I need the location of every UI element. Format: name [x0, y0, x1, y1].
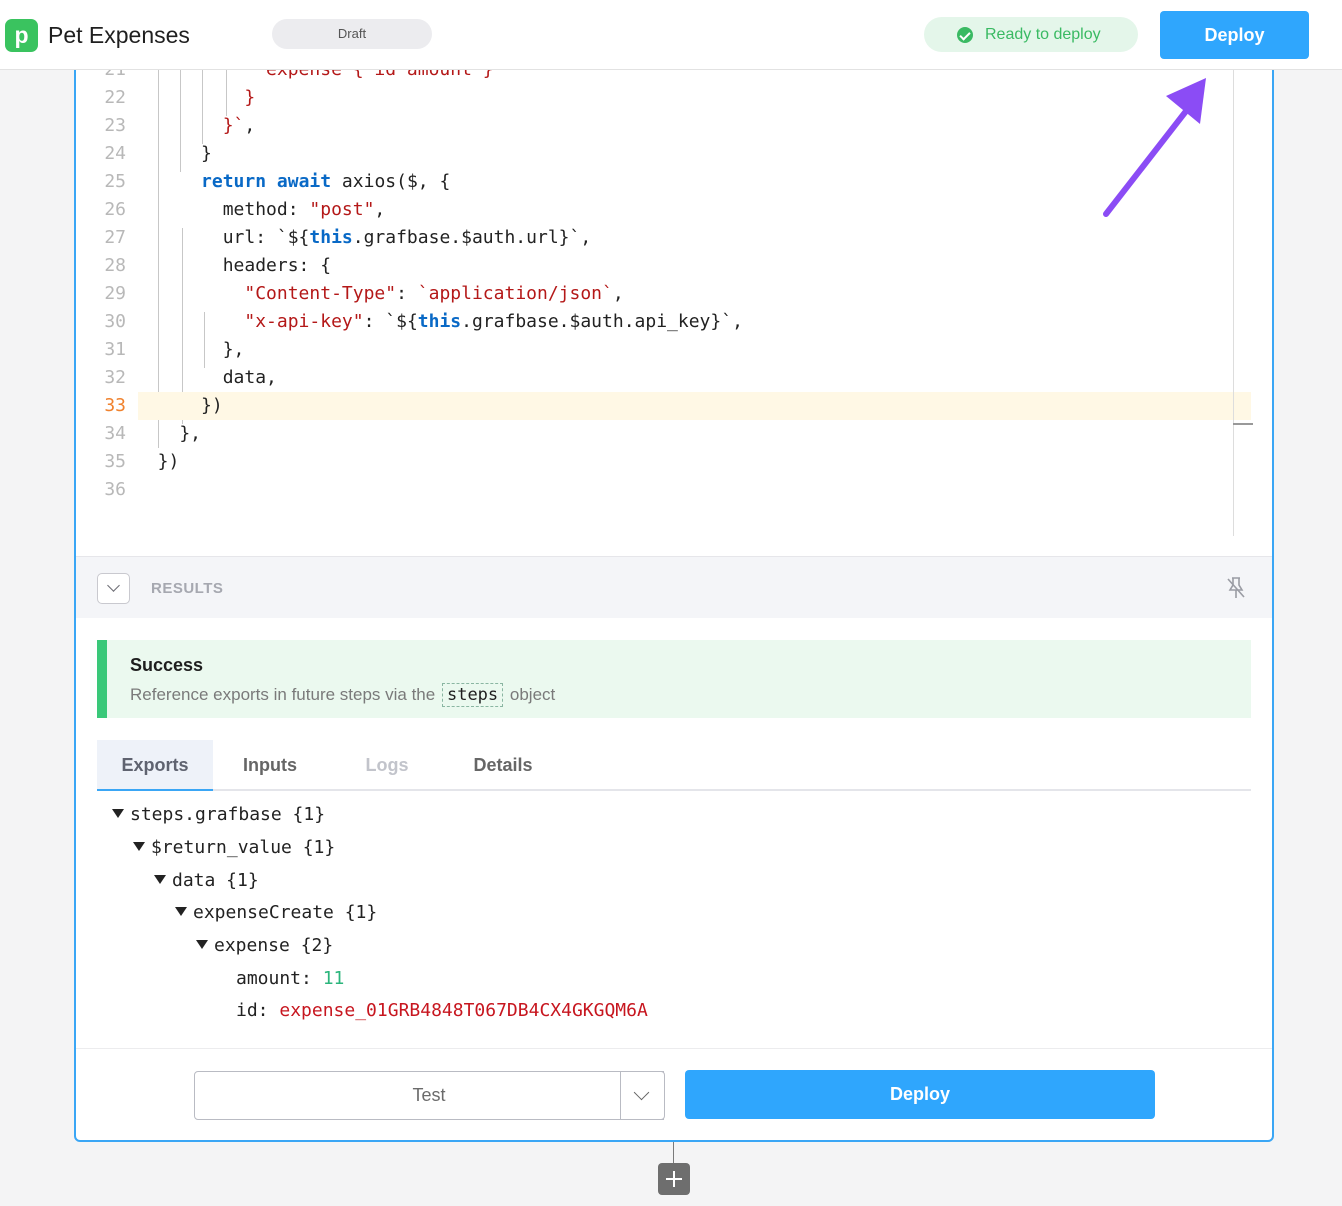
code-line[interactable]: 27 url: `${this.grafbase.$auth.url}`, [76, 224, 1272, 252]
tree-node-expense-create[interactable]: expenseCreate {1} [175, 900, 377, 926]
test-button[interactable]: Test [194, 1071, 664, 1120]
top-header: p Pet Expenses Draft Ready to deploy Dep… [0, 0, 1342, 70]
code-text[interactable]: }) [136, 392, 223, 420]
code-line[interactable]: 36 [76, 476, 1272, 504]
editor-scrollbar[interactable] [1233, 42, 1234, 536]
line-number: 33 [104, 395, 126, 416]
line-number: 27 [104, 227, 126, 248]
id-value: expense_01GRB4848T067DB4CX4GKGQM6A [279, 1000, 648, 1021]
caret-down-icon [112, 809, 124, 818]
deploy-button-header[interactable]: Deploy [1160, 11, 1309, 59]
tab-exports[interactable]: Exports [97, 740, 213, 791]
workflow-connector [673, 1142, 674, 1164]
line-number: 31 [104, 339, 126, 360]
line-number: 29 [104, 283, 126, 304]
tree-node-return-value[interactable]: $return_value {1} [133, 835, 335, 861]
add-step-button[interactable] [658, 1163, 690, 1195]
code-text[interactable]: } [136, 140, 212, 168]
code-text[interactable]: } [136, 84, 255, 112]
line-number: 28 [104, 255, 126, 276]
success-desc-after: object [509, 685, 556, 704]
code-line[interactable]: 34 }, [76, 420, 1272, 448]
collapse-results-button[interactable] [97, 573, 130, 604]
success-title: Success [130, 655, 204, 675]
ready-to-deploy-badge: Ready to deploy [924, 17, 1138, 52]
unpin-icon[interactable] [1224, 575, 1248, 601]
success-banner: Success Reference exports in future step… [97, 640, 1251, 718]
workflow-title[interactable]: Pet Expenses [48, 22, 190, 49]
code-text[interactable]: }, [136, 420, 201, 448]
draft-status-pill: Draft [272, 19, 432, 49]
tab-details[interactable]: Details [463, 740, 543, 791]
code-text[interactable]: }) [136, 448, 180, 476]
code-text[interactable]: return await axios($, { [136, 168, 450, 196]
line-number: 23 [104, 115, 126, 136]
code-text[interactable]: method: "post", [136, 196, 386, 224]
check-circle-icon [957, 27, 973, 43]
results-tabs: Exports Inputs Logs Details [97, 740, 1251, 791]
line-number: 32 [104, 367, 126, 388]
line-number: 26 [104, 199, 126, 220]
code-line[interactable]: 30 "x-api-key": `${this.grafbase.$auth.a… [76, 308, 1272, 336]
code-line[interactable]: 35 }) [76, 448, 1272, 476]
scroll-marker [1233, 423, 1253, 425]
footer-divider [76, 1048, 1272, 1049]
line-number: 25 [104, 171, 126, 192]
code-line[interactable]: 28 headers: { [76, 252, 1272, 280]
line-number: 30 [104, 311, 126, 332]
tree-node-expense[interactable]: expense {2} [196, 933, 333, 959]
tab-logs: Logs [365, 755, 409, 775]
code-text[interactable]: data, [136, 364, 277, 392]
caret-down-icon [175, 907, 187, 916]
code-text[interactable]: }`, [136, 112, 256, 140]
amount-value: 11 [322, 968, 345, 989]
code-line[interactable]: 31 }, [76, 336, 1272, 364]
code-text[interactable]: url: `${this.grafbase.$auth.url}`, [136, 224, 591, 252]
tab-inputs[interactable]: Inputs [227, 740, 313, 791]
tree-leaf-amount: amount: 11 [236, 968, 345, 989]
code-line[interactable]: 32 data, [76, 364, 1272, 392]
app-logo[interactable]: p [5, 19, 38, 52]
tree-node-steps-grafbase[interactable]: steps.grafbase {1} [112, 802, 325, 828]
line-number: 34 [104, 423, 126, 444]
code-line[interactable]: 29 "Content-Type": `application/json`, [76, 280, 1272, 308]
line-number: 24 [104, 143, 126, 164]
test-options-dropdown[interactable] [620, 1071, 665, 1120]
line-number: 36 [104, 479, 126, 500]
steps-code-token: steps [441, 683, 504, 707]
line-number: 35 [104, 451, 126, 472]
results-label: RESULTS [151, 580, 224, 597]
success-description: Reference exports in future steps via th… [130, 683, 555, 707]
caret-down-icon [133, 842, 145, 851]
tree-leaf-id: id: expense_01GRB4848T067DB4CX4GKGQM6A [236, 1000, 648, 1021]
success-desc-before: Reference exports in future steps via th… [130, 685, 436, 704]
code-text[interactable]: "Content-Type": `application/json`, [136, 280, 623, 308]
code-text[interactable]: headers: { [136, 252, 331, 280]
line-number: 22 [104, 87, 126, 108]
tree-node-data[interactable]: data {1} [154, 868, 259, 894]
caret-down-icon [196, 940, 208, 949]
results-header: RESULTS [76, 556, 1272, 618]
ready-to-deploy-label: Ready to deploy [985, 26, 1101, 43]
annotation-arrow-icon [1103, 78, 1206, 217]
code-text[interactable]: }, [136, 336, 245, 364]
code-text[interactable]: "x-api-key": `${this.grafbase.$auth.api_… [136, 308, 743, 336]
caret-down-icon [154, 875, 166, 884]
code-line[interactable]: 33 }) [76, 392, 1272, 420]
deploy-button-footer[interactable]: Deploy [685, 1070, 1155, 1119]
